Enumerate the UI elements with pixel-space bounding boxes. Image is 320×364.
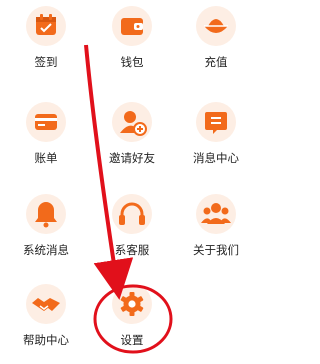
bell-icon xyxy=(26,194,66,234)
menu-item-about-us[interactable]: 关于我们 xyxy=(176,194,256,274)
menu-item-label: 系统消息 xyxy=(23,243,69,257)
group-icon xyxy=(196,194,236,234)
gold-ingot-icon xyxy=(196,6,236,46)
menu-item-label: 系客服 xyxy=(114,243,150,257)
wallet-icon xyxy=(112,6,152,46)
menu-item-bill[interactable]: 账单 xyxy=(6,102,86,182)
menu-item-checkin[interactable]: 签到 xyxy=(6,6,86,86)
menu-item-settings[interactable]: 设置 xyxy=(92,284,172,364)
menu-item-label: 充值 xyxy=(204,55,228,69)
gear-icon xyxy=(112,284,152,324)
menu-item-customer-service[interactable]: 系客服 xyxy=(92,194,172,274)
menu-item-help-center[interactable]: 帮助中心 xyxy=(6,284,86,364)
menu-item-label: 账单 xyxy=(34,151,58,165)
menu-item-wallet[interactable]: 钱包 xyxy=(92,6,172,86)
calendar-check-icon xyxy=(26,6,66,46)
menu-item-system-messages[interactable]: 系统消息 xyxy=(6,194,86,274)
menu-item-label: 钱包 xyxy=(120,55,144,69)
menu-grid: 签到 钱包 充值 账单 邀请好友 消息中心 系统消息 系客服 关于我们 帮助中心… xyxy=(0,0,268,358)
headset-icon xyxy=(112,194,152,234)
menu-item-label: 设置 xyxy=(120,333,144,347)
menu-item-label: 邀请好友 xyxy=(109,151,155,165)
card-icon xyxy=(26,102,66,142)
message-icon xyxy=(196,102,236,142)
add-user-icon xyxy=(112,102,152,142)
menu-item-recharge[interactable]: 充值 xyxy=(176,6,256,86)
menu-item-messages[interactable]: 消息中心 xyxy=(176,102,256,182)
menu-item-invite[interactable]: 邀请好友 xyxy=(92,102,172,182)
menu-item-label: 关于我们 xyxy=(193,243,239,257)
menu-item-label: 帮助中心 xyxy=(23,333,69,347)
menu-item-label: 签到 xyxy=(34,55,58,69)
handshake-icon xyxy=(26,284,66,324)
menu-item-label: 消息中心 xyxy=(193,151,239,165)
